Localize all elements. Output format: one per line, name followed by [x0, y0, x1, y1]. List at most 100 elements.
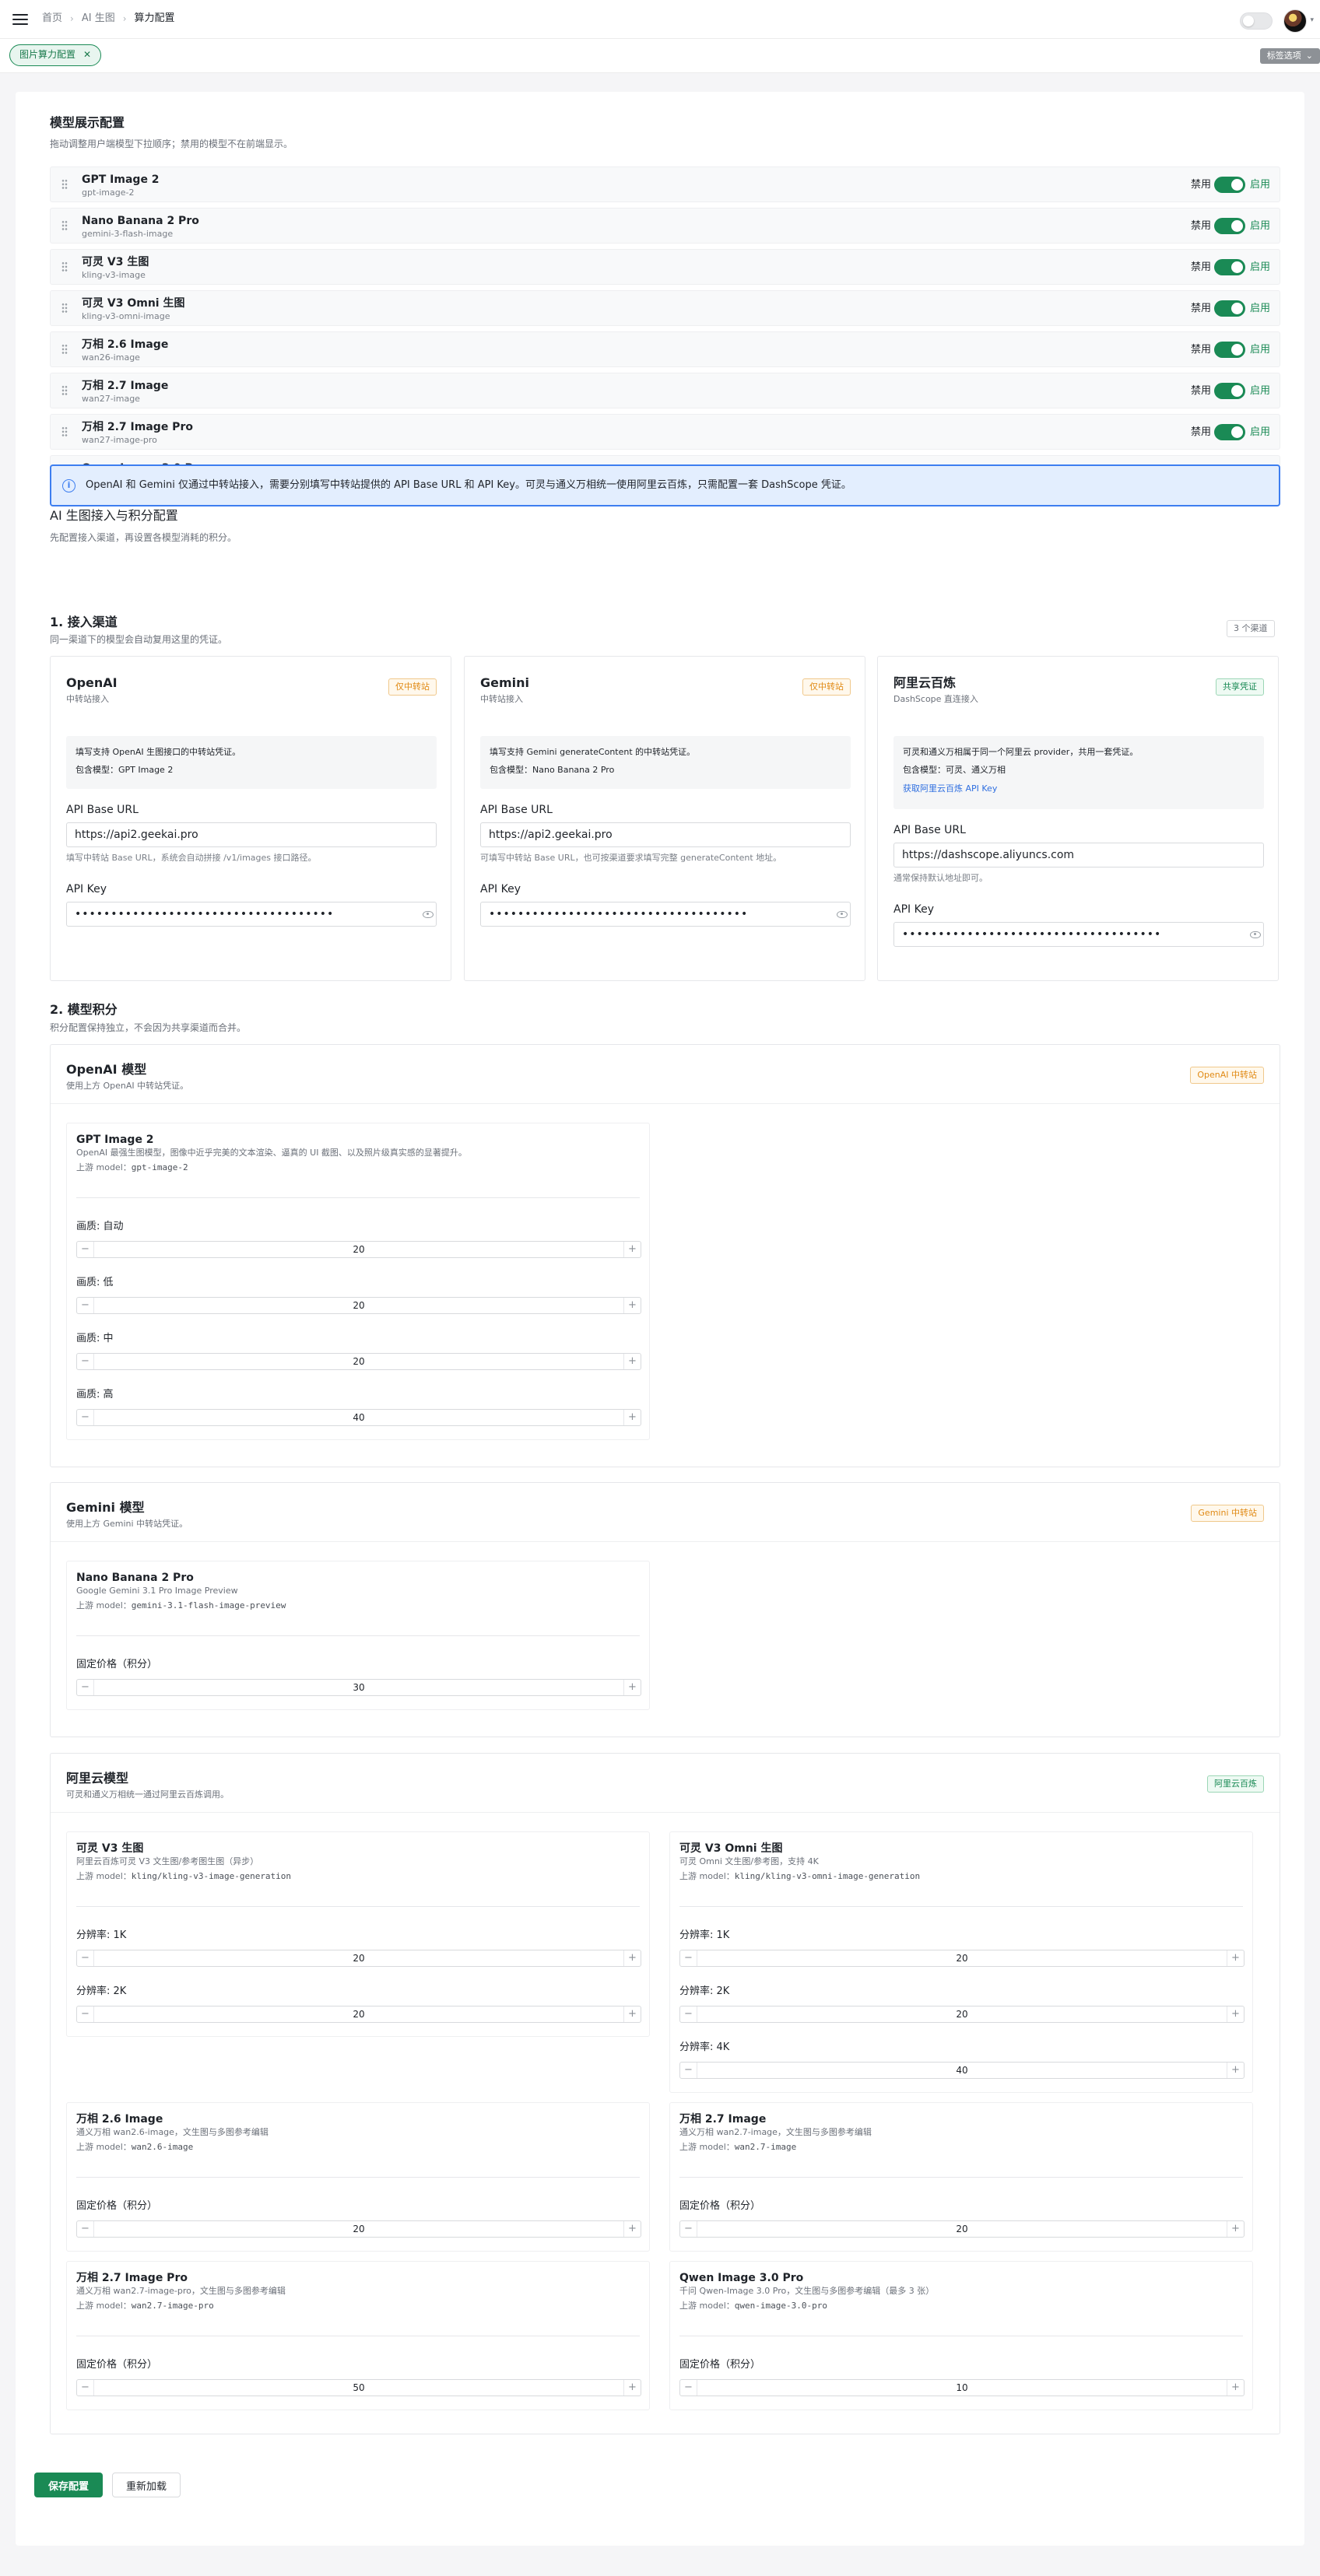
minus-icon[interactable]: − [77, 1410, 94, 1425]
enable-switch[interactable] [1214, 300, 1245, 317]
minus-icon[interactable]: − [680, 2380, 697, 2396]
price-stepper[interactable]: −20 + [76, 1353, 641, 1370]
minus-icon[interactable]: − [77, 2221, 94, 2237]
drag-handle-icon[interactable] [61, 220, 68, 231]
price-value[interactable]: 20 [94, 1950, 623, 1966]
price-stepper[interactable]: −50 + [76, 2379, 641, 2396]
model-row[interactable]: 可灵 V3 生图 kling-v3-image 禁用 启用 [50, 249, 1280, 285]
api-key-input[interactable] [480, 902, 851, 927]
plus-icon[interactable]: + [1227, 2063, 1244, 2078]
get-api-key-link[interactable]: 获取阿里云百炼 API Key [903, 783, 1255, 794]
minus-icon[interactable]: − [77, 1242, 94, 1257]
minus-icon[interactable]: − [77, 1354, 94, 1369]
price-stepper[interactable]: −20 + [76, 2006, 641, 2023]
price-stepper[interactable]: −20 + [76, 1241, 641, 1258]
price-stepper[interactable]: −30 + [76, 1679, 641, 1696]
plus-icon[interactable]: + [623, 1410, 641, 1425]
model-row[interactable]: Nano Banana 2 Pro gemini-3-flash-image 禁用 启… [50, 208, 1280, 244]
chevron-down-icon[interactable]: ▾ [1310, 16, 1314, 26]
enable-switch[interactable] [1214, 424, 1245, 440]
minus-icon[interactable]: − [680, 2063, 697, 2078]
drag-handle-icon[interactable] [61, 303, 68, 314]
upstream-model-id: gpt-image-2 [131, 1162, 188, 1172]
price-value[interactable]: 20 [94, 1242, 623, 1257]
model-row[interactable]: 万相 2.6 Image wan26-image 禁用 启用 [50, 331, 1280, 367]
price-value[interactable]: 20 [94, 1354, 623, 1369]
enable-switch[interactable] [1214, 218, 1245, 234]
drag-handle-icon[interactable] [61, 426, 68, 437]
model-row[interactable]: 可灵 V3 Omni 生图 kling-v3-omni-image 禁用 启用 [50, 290, 1280, 326]
price-stepper[interactable]: −40 + [76, 1409, 641, 1426]
eye-icon[interactable] [837, 911, 848, 918]
plus-icon[interactable]: + [623, 1680, 641, 1695]
model-row[interactable]: 万相 2.7 Image wan27-image 禁用 启用 [50, 373, 1280, 408]
minus-icon[interactable]: − [77, 1950, 94, 1966]
eye-icon[interactable] [423, 911, 434, 918]
plus-icon[interactable]: + [623, 2380, 641, 2396]
tab-tag-active[interactable]: 图片算力配置 ✕ [9, 44, 102, 66]
minus-icon[interactable]: − [77, 2006, 94, 2022]
price-stepper[interactable]: −20 + [679, 2220, 1245, 2238]
price-value[interactable]: 50 [94, 2380, 623, 2396]
plus-icon[interactable]: + [623, 1354, 641, 1369]
minus-icon[interactable]: − [77, 2380, 94, 2396]
price-stepper[interactable]: −20 + [679, 2006, 1245, 2023]
base-url-input[interactable] [480, 822, 851, 847]
price-value[interactable]: 20 [94, 1298, 623, 1313]
api-key-input[interactable] [893, 922, 1264, 947]
avatar[interactable] [1283, 9, 1308, 33]
plus-icon[interactable]: + [1227, 2380, 1244, 2396]
base-url-input[interactable] [66, 822, 437, 847]
divider [679, 1906, 1243, 1907]
minus-icon[interactable]: − [680, 1950, 697, 1966]
menu-icon[interactable] [12, 13, 28, 25]
plus-icon[interactable]: + [623, 2006, 641, 2022]
save-button[interactable]: 保存配置 [34, 2473, 103, 2497]
close-icon[interactable]: ✕ [83, 49, 91, 61]
theme-toggle[interactable] [1240, 12, 1273, 30]
price-value[interactable]: 40 [697, 2063, 1227, 2078]
plus-icon[interactable]: + [623, 1242, 641, 1257]
price-stepper[interactable]: −20 + [679, 1950, 1245, 1967]
plus-icon[interactable]: + [1227, 1950, 1244, 1966]
enable-switch[interactable] [1214, 177, 1245, 193]
plus-icon[interactable]: + [623, 2221, 641, 2237]
price-stepper[interactable]: −10 + [679, 2379, 1245, 2396]
price-value[interactable]: 20 [697, 2221, 1227, 2237]
plus-icon[interactable]: + [623, 1298, 641, 1313]
enable-switch[interactable] [1214, 259, 1245, 275]
price-value[interactable]: 20 [94, 2221, 623, 2237]
minus-icon[interactable]: − [77, 1680, 94, 1695]
base-url-input[interactable] [893, 843, 1264, 867]
price-value[interactable]: 20 [697, 2006, 1227, 2022]
enable-switch[interactable] [1214, 342, 1245, 358]
model-row[interactable]: 万相 2.7 Image Pro wan27-image-pro 禁用 启用 [50, 414, 1280, 450]
price-stepper[interactable]: −20 + [76, 2220, 641, 2238]
minus-icon[interactable]: − [77, 1298, 94, 1313]
plus-icon[interactable]: + [1227, 2221, 1244, 2237]
price-stepper[interactable]: −20 + [76, 1297, 641, 1314]
plus-icon[interactable]: + [1227, 2006, 1244, 2022]
minus-icon[interactable]: − [680, 2221, 697, 2237]
price-stepper[interactable]: −20 + [76, 1950, 641, 1967]
api-key-input[interactable] [66, 902, 437, 927]
price-value[interactable]: 40 [94, 1410, 623, 1425]
breadcrumb-ai[interactable]: AI 生图 [82, 12, 115, 26]
breadcrumb-home[interactable]: 首页 [42, 12, 62, 26]
price-stepper[interactable]: −40 + [679, 2062, 1245, 2079]
drag-handle-icon[interactable] [61, 179, 68, 190]
plus-icon[interactable]: + [623, 1950, 641, 1966]
price-value[interactable]: 30 [94, 1680, 623, 1695]
price-value[interactable]: 10 [697, 2380, 1227, 2396]
enable-switch[interactable] [1214, 383, 1245, 399]
model-row[interactable]: GPT Image 2 gpt-image-2 禁用 启用 [50, 166, 1280, 202]
eye-icon[interactable] [1250, 931, 1261, 938]
drag-handle-icon[interactable] [61, 344, 68, 355]
price-value[interactable]: 20 [94, 2006, 623, 2022]
tag-options-button[interactable]: 标签选项 ⌄ [1259, 48, 1320, 64]
drag-handle-icon[interactable] [61, 385, 68, 396]
drag-handle-icon[interactable] [61, 261, 68, 272]
price-value[interactable]: 20 [697, 1950, 1227, 1966]
reload-button[interactable]: 重新加载 [112, 2473, 181, 2497]
minus-icon[interactable]: − [680, 2006, 697, 2022]
